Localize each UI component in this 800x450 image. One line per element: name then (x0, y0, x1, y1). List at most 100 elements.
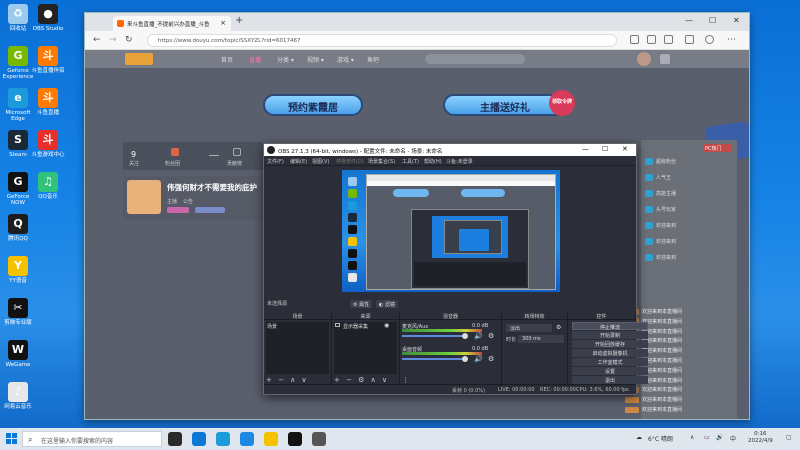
close-window-button[interactable]: ✕ (733, 16, 740, 25)
clock[interactable]: 0:16 2022/4/9 (748, 431, 773, 445)
url-input[interactable]: https://www.douyu.com/topic/SSXYZL?rid=6… (147, 34, 617, 47)
extensions-icon[interactable] (664, 35, 673, 44)
transition-gear-icon[interactable]: ⚙ (556, 324, 561, 331)
scene-tools[interactable]: + − ∧ ∨ (266, 376, 309, 384)
start-virtual-camera-button[interactable]: 启动虚拟摄像机 (572, 349, 648, 357)
weather-text[interactable]: 6°C 晴朗 (648, 434, 673, 443)
menu-file[interactable]: 文件(F) (267, 158, 284, 165)
source-tools[interactable]: + − ⚙ ∧ ∨ (334, 376, 389, 384)
site-nav-games[interactable]: 游戏 ▾ (337, 55, 354, 64)
profile-icon[interactable] (705, 35, 714, 44)
source-item[interactable]: 显示器采集 (343, 323, 368, 330)
studio-mode-button[interactable]: 工作室模式 (572, 358, 648, 366)
site-nav-home[interactable]: 首页 (221, 55, 233, 64)
site-nav-category[interactable]: 分类 ▾ (277, 55, 294, 64)
right-panel-row[interactable]: 欢迎来到 (645, 238, 733, 248)
taskbar-search-input[interactable]: ⌕ 在这里输入你要搜索的内容 (22, 431, 162, 447)
tray-overflow-icon[interactable]: ∧ (690, 434, 694, 441)
desktop-icon-wegame[interactable]: W WeGame (0, 340, 36, 368)
desktop-icon-douyu-games[interactable]: 斗斗鱼游戏中心 (30, 130, 66, 158)
volume-knob[interactable] (462, 356, 468, 362)
collections-icon[interactable] (647, 35, 656, 44)
user-avatar[interactable] (637, 52, 651, 66)
streamer-avatar[interactable] (127, 180, 161, 214)
menu-edit[interactable]: 编辑(E) (290, 158, 307, 165)
close-tab-icon[interactable]: × (220, 19, 226, 27)
taskbar-app-edge-icon[interactable] (192, 432, 206, 446)
start-recording-button[interactable]: 开始录制 (572, 331, 648, 339)
browser-tab[interactable]: 来斗鱼直播_不提前兴办直播_斗鱼 × (113, 16, 231, 31)
taskbar-app-obs-icon[interactable] (288, 432, 302, 446)
site-nav-video[interactable]: 视频 ▾ (307, 55, 324, 64)
taskbar-app-settings-icon[interactable] (312, 432, 326, 446)
favorites-icon[interactable] (630, 35, 639, 44)
stop-streaming-button[interactable]: 停止推流 (572, 322, 648, 331)
more-options-icon[interactable]: ⋯ (727, 35, 736, 45)
desktop-icon-netease-music[interactable]: ♪ 网易云音乐 (0, 382, 36, 410)
menu-help[interactable]: 帮助(H) (424, 158, 442, 165)
right-panel-row[interactable]: 欢迎来到 (645, 254, 733, 264)
speaker-icon[interactable]: 🔊 (474, 332, 483, 340)
exit-button[interactable]: 退出 (572, 376, 648, 384)
right-panel-row[interactable]: 欢迎来到 (645, 222, 733, 232)
pc-hot-badge[interactable]: PC热门 (703, 144, 731, 152)
visibility-eye-icon[interactable]: ◉ (384, 322, 389, 329)
forward-button[interactable]: → (109, 35, 117, 45)
settings-button[interactable]: 设置 (572, 367, 648, 375)
desktop-icon-douyu-companion[interactable]: 斗斗鱼直播伴侣 (30, 46, 66, 74)
fanclub-icon[interactable] (171, 148, 179, 156)
taskbar-app-store-icon[interactable] (240, 432, 254, 446)
right-panel-row[interactable]: 高能主播 (645, 190, 733, 200)
obs-maximize-button[interactable]: ☐ (602, 145, 608, 153)
obs-preview[interactable] (342, 170, 560, 292)
taskbar-app-douyu-icon[interactable] (264, 432, 278, 446)
gear-icon[interactable]: ⚙ (488, 355, 494, 363)
new-tab-button[interactable]: + (235, 15, 243, 26)
speaker-icon[interactable]: 🔊 (474, 355, 483, 363)
desktop-icon-jianying[interactable]: ✂ 剪映专业版 (0, 298, 36, 326)
downloads-icon[interactable] (685, 35, 694, 44)
minimize-button[interactable]: — (685, 16, 693, 25)
volume-slider[interactable] (402, 358, 464, 360)
duration-input[interactable]: 300 ms (518, 335, 564, 343)
menu-view[interactable]: 视图(V) (312, 158, 329, 165)
menu-docks[interactable]: 停靠部件(D) (336, 158, 364, 165)
site-search-input[interactable] (425, 54, 525, 64)
network-icon[interactable]: ▭ (704, 434, 710, 441)
menu-douyu[interactable]: 斗鱼:未登录 (446, 158, 473, 165)
desktop-icon-douyu-live[interactable]: 斗斗鱼直播 (30, 88, 66, 116)
volume-knob[interactable] (462, 333, 468, 339)
menu-tools[interactable]: 工具(T) (402, 158, 419, 165)
desktop-icon-yy[interactable]: Y YY语音 (0, 256, 36, 284)
desktop-icon-obs[interactable]: ● OBS Studio (30, 4, 66, 32)
menu-scene-collection[interactable]: 场景集合(S) (368, 158, 395, 165)
properties-button[interactable]: ⚙ 属性 (350, 300, 373, 308)
download-client-icon[interactable] (660, 54, 670, 64)
weather-icon[interactable]: ☁ (636, 434, 642, 441)
site-nav-fishbar[interactable]: 鱼吧 (367, 55, 379, 64)
mixer-tools[interactable]: ⋮ (402, 376, 411, 384)
back-button[interactable]: ← (93, 35, 101, 45)
windows-start-icon[interactable] (6, 433, 18, 445)
taskbar-app-task-view-icon[interactable] (168, 432, 182, 446)
start-replay-buffer-button[interactable]: 开始回放缓存 (572, 340, 648, 348)
desktop-icon-qq[interactable]: Q 腾讯QQ (0, 214, 36, 242)
obs-close-button[interactable]: ✕ (622, 145, 628, 153)
right-panel-row[interactable]: 人气王 (645, 174, 733, 184)
notification-icon[interactable]: ▢ (786, 434, 792, 441)
banner-badge[interactable]: 领取令牌 (549, 90, 575, 116)
scenes-list[interactable]: 场景 (266, 322, 329, 374)
desktop-icon-qq-music[interactable]: ♫ QQ音乐 (30, 172, 66, 200)
banner-reserve[interactable]: 预约紫霞居 (263, 94, 363, 116)
maximize-button[interactable]: ☐ (709, 16, 716, 25)
scene-item[interactable]: 场景 (267, 323, 277, 330)
refresh-button[interactable]: ↻ (125, 35, 133, 45)
taskbar-app-file-explorer-icon[interactable] (216, 432, 230, 446)
sources-list[interactable]: 显示器采集 ◉ (334, 322, 397, 374)
right-panel-row[interactable]: 超级粉丝 (645, 158, 733, 168)
volume-slider[interactable] (402, 335, 464, 337)
streamer-card[interactable]: 伟强何财才不需要我的庇护 主播 公告 (123, 176, 263, 220)
douyu-logo-icon[interactable] (125, 53, 153, 65)
ime-icon[interactable]: 中 (730, 434, 736, 443)
obs-minimize-button[interactable]: — (582, 145, 589, 153)
